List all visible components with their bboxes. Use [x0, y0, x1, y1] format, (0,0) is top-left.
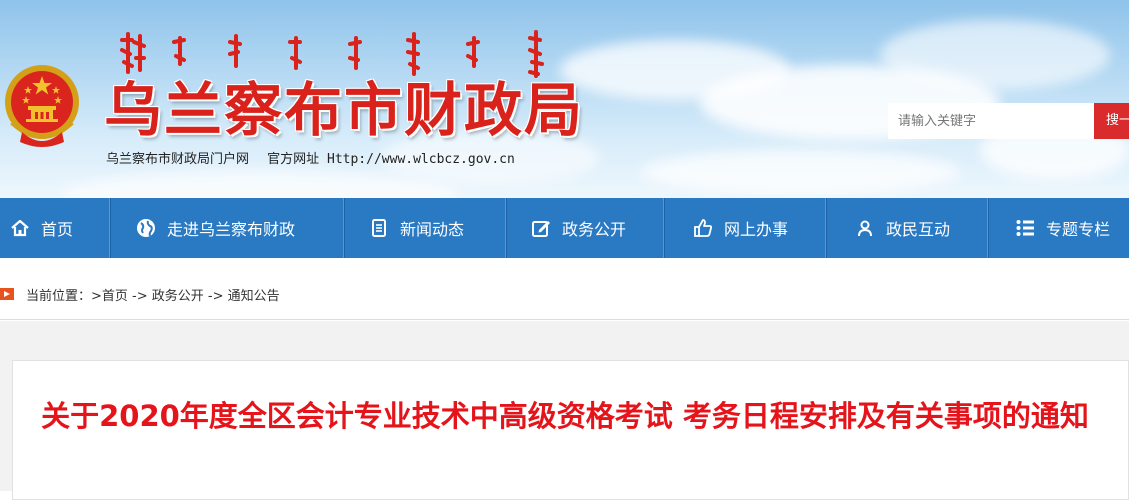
home-icon	[9, 217, 31, 239]
nav-item-label: 政务公开	[562, 220, 627, 239]
nav-item-label: 首页	[41, 220, 74, 239]
official-url[interactable]: 官方网址 Http://www.wlcbcz.gov.cn	[267, 152, 515, 167]
breadcrumb-gov-affairs[interactable]: -> 政务公开	[128, 289, 204, 304]
nav-item-label: 走进乌兰察布财政	[167, 220, 296, 239]
portal-name: 乌兰察布市财政局门户网	[106, 152, 250, 167]
document-icon	[368, 217, 390, 239]
cloud-decoration	[880, 20, 1110, 90]
breadcrumb-notices[interactable]: -> 通知公告	[204, 289, 280, 304]
cloud-decoration	[60, 170, 460, 198]
location-flag-icon	[0, 288, 14, 300]
site-subtitle: 乌兰察布市财政局门户网 官方网址 Http://www.wlcbcz.gov.c…	[106, 148, 515, 167]
main-nav: 首页 走进乌兰察布财政 新闻动态 政务公开 网上办事 政民互动 专题专栏	[0, 198, 1129, 258]
nav-item-interaction[interactable]: 政民互动	[826, 198, 989, 258]
site-header: 乌兰察布市财政局 乌兰察布市财政局门户网 官方网址 Http://www.wlc…	[0, 0, 1129, 198]
url-label: 官方网址	[267, 152, 320, 167]
article-title: 关于2020年度全区会计专业技术中高级资格考试 考务日程安排及有关事项的通知	[41, 399, 1089, 433]
breadcrumb-bar: 当前位置：>首页 -> 政务公开 -> 通知公告	[0, 268, 1129, 320]
nav-item-news[interactable]: 新闻动态	[344, 198, 507, 258]
nav-item-special-topics[interactable]: 专题专栏	[988, 198, 1129, 258]
mongolian-script-title	[120, 30, 544, 78]
list-icon	[1014, 217, 1036, 239]
site-title: 乌兰察布市财政局	[104, 76, 585, 144]
breadcrumb: 当前位置：>首页 -> 政务公开 -> 通知公告	[26, 285, 280, 304]
nav-item-home[interactable]: 首页	[0, 198, 111, 258]
nav-item-gov-affairs[interactable]: 政务公开	[506, 198, 665, 258]
search-button[interactable]: 搜一	[1094, 103, 1129, 139]
nav-item-label: 政民互动	[886, 220, 951, 239]
globe-icon	[135, 217, 157, 239]
user-icon	[854, 217, 876, 239]
nav-item-label: 网上办事	[724, 220, 789, 239]
breadcrumb-home[interactable]: >首页	[91, 289, 128, 304]
edit-icon	[530, 217, 552, 239]
nav-item-label: 新闻动态	[400, 220, 465, 239]
nav-item-online-services[interactable]: 网上办事	[664, 198, 827, 258]
url-value[interactable]: Http://www.wlcbcz.gov.cn	[327, 152, 515, 167]
thumbs-up-icon	[692, 217, 714, 239]
search-input[interactable]	[888, 103, 1094, 139]
cloud-decoration	[640, 150, 960, 195]
breadcrumb-prefix: 当前位置：	[26, 289, 92, 304]
national-emblem-icon	[5, 65, 79, 147]
nav-item-label: 专题专栏	[1046, 220, 1111, 239]
nav-item-about[interactable]: 走进乌兰察布财政	[110, 198, 345, 258]
